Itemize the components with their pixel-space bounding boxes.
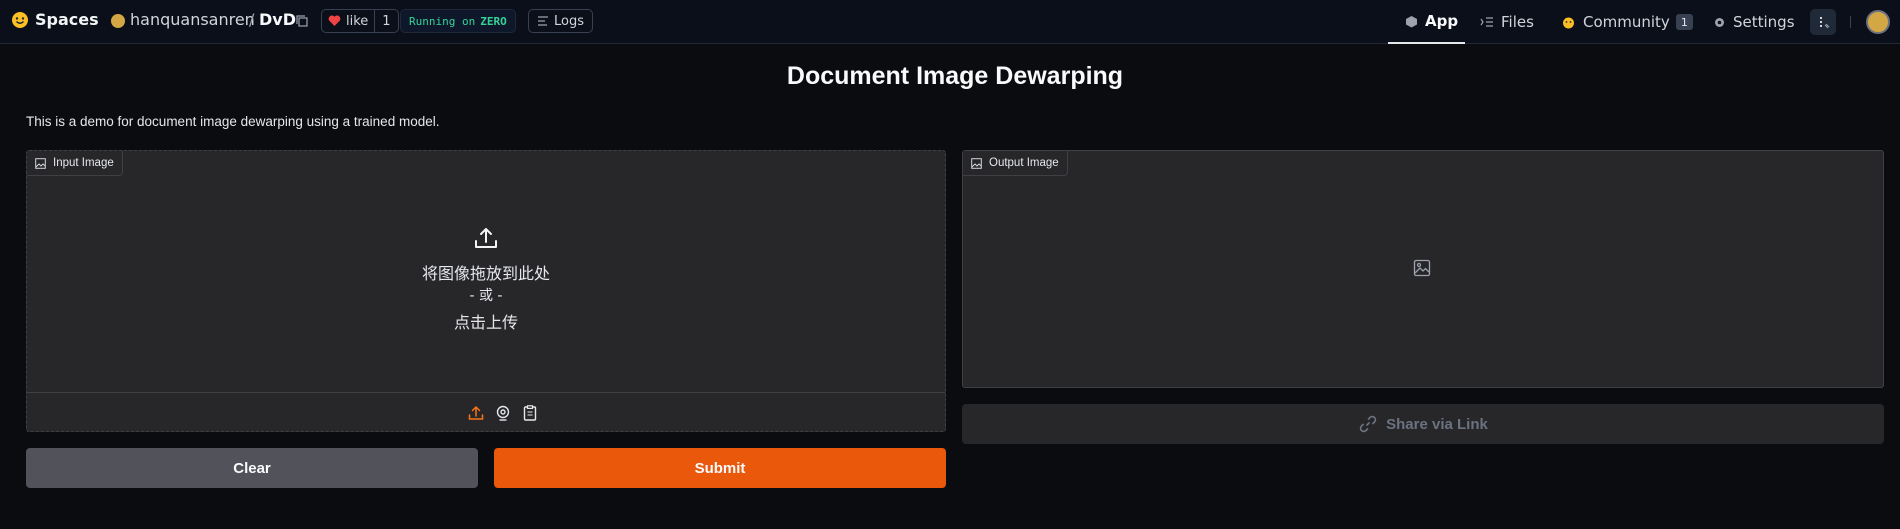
logs-button[interactable]: Logs (528, 9, 593, 33)
input-image-panel: Input Image 将图像拖放到此处 - 或 - 点击上传 (26, 150, 946, 432)
logs-icon (538, 16, 548, 26)
running-status-badge[interactable]: Running on ZERO (400, 9, 516, 33)
community-icon (1563, 17, 1574, 28)
tab-files-label: Files (1501, 13, 1534, 31)
output-image-panel: Output Image (962, 150, 1884, 388)
input-image-label: Input Image (53, 157, 114, 169)
image-icon (35, 157, 46, 169)
page-title: Document Image Dewarping (786, 62, 1124, 90)
tab-app[interactable]: App (1388, 0, 1465, 44)
running-text: Running on (409, 14, 476, 28)
copy-icon[interactable] (295, 14, 309, 28)
community-count-badge: 1 (1675, 14, 1693, 30)
upload-source-icon[interactable] (467, 404, 485, 422)
nav-divider (1850, 16, 1851, 28)
cube-icon (1406, 15, 1417, 27)
top-navbar: Spaces hanquansanren / DvD like 1 Runnin… (0, 0, 1900, 44)
webcam-icon[interactable] (494, 404, 512, 422)
tab-settings[interactable]: Settings (1713, 0, 1795, 44)
like-label: like (346, 13, 369, 29)
input-image-label-tag: Input Image (27, 151, 123, 176)
heart-icon (328, 15, 341, 26)
tab-community[interactable]: Community 1 (1561, 0, 1693, 44)
repo-link[interactable]: DvD (259, 10, 296, 29)
more-icon (1819, 16, 1830, 29)
share-label: Share via Link (1386, 415, 1488, 433)
path-separator: / (249, 10, 255, 29)
more-options-button[interactable] (1810, 9, 1836, 35)
drop-hint-line2: - 或 - (469, 288, 503, 304)
submit-button[interactable]: Submit (494, 448, 946, 488)
link-icon (1359, 415, 1377, 433)
output-image-label-tag: Output Image (963, 151, 1068, 176)
drop-hint-line1: 将图像拖放到此处 (421, 264, 550, 283)
image-icon (971, 157, 982, 169)
like-count: 1 (374, 10, 397, 32)
tab-settings-label: Settings (1733, 13, 1795, 31)
output-image-label: Output Image (989, 157, 1059, 169)
image-placeholder-icon (1413, 259, 1431, 281)
image-source-bar (27, 392, 945, 431)
running-hardware: ZERO (480, 14, 507, 28)
image-drop-zone[interactable]: 将图像拖放到此处 - 或 - 点击上传 (27, 177, 945, 392)
clear-button[interactable]: Clear (26, 448, 478, 488)
spaces-link[interactable]: Spaces (35, 10, 99, 29)
like-button[interactable]: like 1 (321, 9, 399, 33)
gear-icon (1715, 17, 1724, 27)
share-via-link-button[interactable]: Share via Link (962, 404, 1884, 444)
page-description: This is a demo for document image dewarp… (26, 114, 440, 129)
clipboard-icon[interactable] (521, 404, 539, 422)
hf-logo-icon[interactable] (11, 11, 29, 29)
owner-avatar (111, 14, 125, 28)
tab-app-label: App (1425, 12, 1459, 30)
user-avatar[interactable] (1866, 10, 1890, 34)
logs-label: Logs (554, 13, 584, 29)
tab-community-label: Community (1583, 13, 1670, 31)
drop-hint-line3: 点击上传 (453, 313, 518, 332)
owner-link[interactable]: hanquansanren (130, 10, 255, 29)
files-icon (1480, 17, 1493, 27)
tab-files[interactable]: Files (1480, 0, 1534, 44)
upload-icon (473, 225, 499, 255)
